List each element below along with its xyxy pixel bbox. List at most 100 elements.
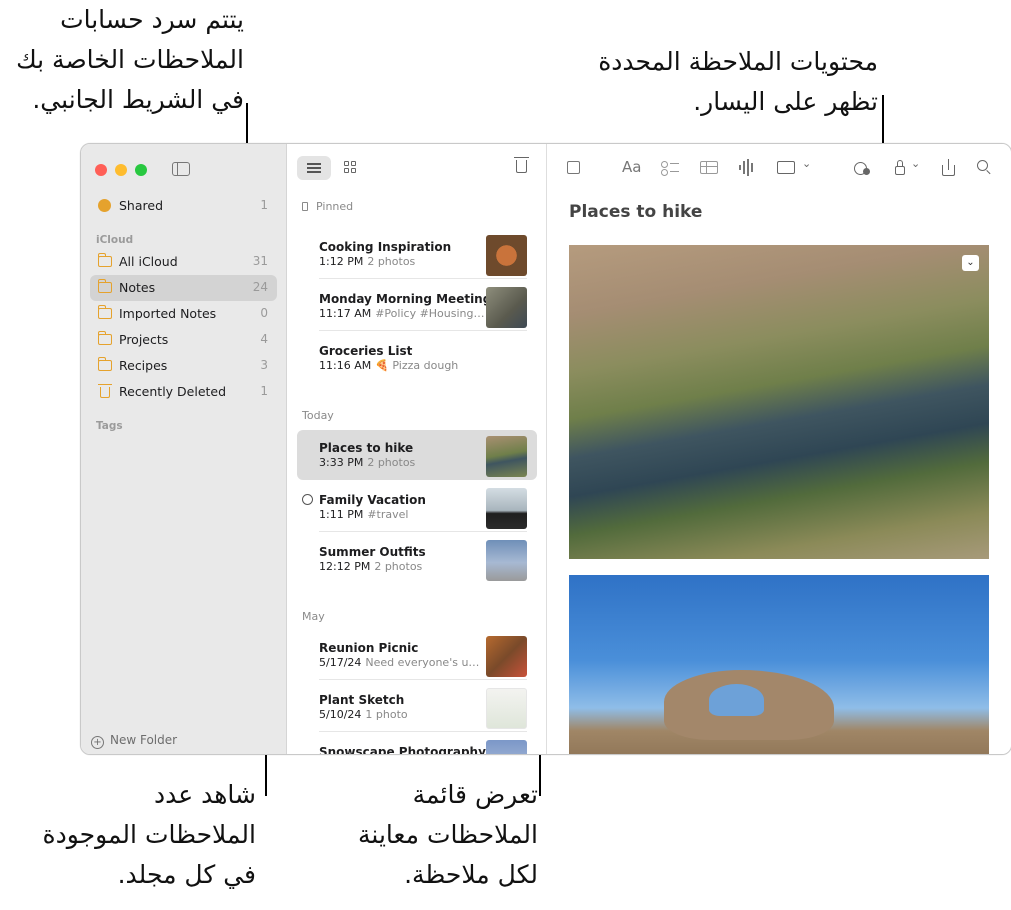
- callout-line: الملاحظات الموجودة: [42, 820, 256, 849]
- media-menu-button[interactable]: ⌄: [777, 157, 817, 176]
- sidebar-item-notes[interactable]: Notes 24: [90, 275, 277, 301]
- note-thumbnail: [486, 488, 527, 529]
- note-meta: 11:17 AM #Policy #Housing…: [319, 307, 485, 320]
- note-list: Pinned Cooking Inspiration 1:12 PM 2 phot…: [287, 144, 547, 754]
- note-title: Groceries List: [319, 344, 413, 358]
- sidebar: Shared 1 iCloud All iCloud 31 Notes 24 I…: [81, 144, 287, 754]
- callout-folder-counts: شاهد عدد الملاحظات الموجودة في كل مجلد.: [42, 775, 256, 895]
- section-may: May: [302, 610, 325, 623]
- note-photo-hot-springs[interactable]: ⌄: [569, 245, 989, 559]
- notes-window: Shared 1 iCloud All iCloud 31 Notes 24 I…: [80, 143, 1011, 755]
- note-time: 5/10/24: [319, 708, 362, 721]
- note-title: Monday Morning Meeting: [319, 292, 492, 306]
- chevron-down-icon: ⌄: [911, 157, 921, 170]
- note-places-to-hike[interactable]: Places to hike 3:33 PM 2 photos: [297, 430, 537, 480]
- note-thumbnail: [486, 688, 527, 729]
- sidebar-item-label: Recently Deleted: [119, 384, 227, 399]
- icloud-heading: iCloud: [96, 234, 134, 246]
- format-button[interactable]: Aa: [622, 158, 641, 176]
- callout-line: تعرض قائمة: [412, 780, 538, 809]
- divider: [319, 731, 527, 732]
- sidebar-item-projects[interactable]: Projects 4: [90, 327, 277, 353]
- sidebar-item-recipes[interactable]: Recipes 3: [90, 353, 277, 379]
- note-meta: 1:12 PM 2 photos: [319, 255, 415, 268]
- table-icon[interactable]: [700, 161, 718, 174]
- note-time: 1:12 PM: [319, 255, 364, 268]
- pin-icon: [302, 202, 308, 211]
- note-thumbnail: [486, 235, 527, 276]
- folder-count: 0: [260, 306, 268, 320]
- callout-line: شاهد عدد: [154, 780, 256, 809]
- section-label: Pinned: [316, 200, 354, 213]
- note-meta: 11:16 AM 🍕 Pizza dough: [319, 359, 458, 372]
- gallery-view-button[interactable]: [344, 161, 357, 174]
- note-summer-outfits[interactable]: Summer Outfits 12:12 PM 2 photos: [297, 534, 537, 584]
- folder-icon: [97, 253, 112, 267]
- note-editor: Aa ⌄ ⌄ Places to hike ⌄: [547, 144, 1011, 754]
- collaborate-icon[interactable]: [854, 160, 871, 176]
- sidebar-item-label: All iCloud: [119, 254, 178, 269]
- note-meta: 3:33 PM 2 photos: [319, 456, 415, 469]
- minimize-window-button[interactable]: [115, 164, 127, 176]
- note-thumbnail: [486, 287, 527, 328]
- sidebar-item-all-icloud[interactable]: All iCloud 31: [90, 249, 277, 275]
- plus-circle-icon: +: [91, 736, 104, 749]
- folder-count: 31: [252, 254, 268, 268]
- note-title: Snowscape Photography: [319, 745, 486, 754]
- chevron-down-icon[interactable]: ⌄: [962, 255, 979, 271]
- share-icon[interactable]: [942, 159, 956, 176]
- note-groceries-list[interactable]: Groceries List 11:16 AM 🍕 Pizza dough: [297, 333, 537, 383]
- sidebar-item-label: Recipes: [119, 358, 168, 373]
- list-view-icon: [307, 167, 321, 169]
- note-reunion-picnic[interactable]: Reunion Picnic 5/17/24 Need everyone's u…: [297, 630, 537, 680]
- divider: [319, 278, 527, 279]
- sidebar-item-imported-notes[interactable]: Imported Notes 0: [90, 301, 277, 327]
- folder-icon: [97, 357, 112, 371]
- note-plant-sketch[interactable]: Plant Sketch 5/10/24 1 photo: [297, 682, 537, 732]
- search-icon[interactable]: [977, 160, 992, 175]
- folder-count: 4: [260, 332, 268, 346]
- note-preview: #Policy #Housing…: [375, 307, 485, 320]
- note-preview: 2 photos: [374, 560, 423, 573]
- callout-line: يتتم سرد حسابات: [60, 5, 244, 34]
- section-today: Today: [302, 409, 334, 422]
- note-snowscape-photography[interactable]: Snowscape Photography: [297, 734, 537, 754]
- callout-line: في الشريط الجانبي.: [32, 85, 244, 114]
- note-time: 5/17/24: [319, 656, 362, 669]
- callout-note-contents: محتويات الملاحظة المحددة تظهر على اليسار…: [598, 42, 878, 122]
- callout-line: في كل مجلد.: [117, 860, 256, 889]
- note-family-vacation[interactable]: Family Vacation 1:11 PM #travel: [297, 482, 537, 532]
- zoom-window-button[interactable]: [135, 164, 147, 176]
- lock-icon: [895, 166, 905, 175]
- note-preview: 2 photos: [367, 456, 416, 469]
- callout-line: الملاحظات الخاصة بك: [16, 45, 244, 74]
- compose-icon[interactable]: [567, 161, 580, 174]
- audio-waveform-icon[interactable]: [739, 159, 755, 176]
- note-meta: 1:11 PM #travel: [319, 508, 408, 521]
- close-window-button[interactable]: [95, 164, 107, 176]
- note-thumbnail: [486, 636, 527, 677]
- note-monday-morning-meeting[interactable]: Monday Morning Meeting 11:17 AM #Policy #…: [297, 281, 537, 331]
- list-view-icon: [307, 171, 321, 173]
- sidebar-item-shared[interactable]: Shared 1: [90, 193, 277, 219]
- shared-person-icon: [302, 494, 313, 505]
- lock-menu-button[interactable]: ⌄: [895, 157, 925, 176]
- note-heading: Places to hike: [569, 202, 703, 222]
- delete-note-button[interactable]: [514, 157, 529, 173]
- checklist-icon[interactable]: [661, 160, 679, 176]
- new-folder-button[interactable]: + New Folder: [91, 733, 177, 749]
- section-pinned: Pinned: [302, 200, 353, 213]
- note-cooking-inspiration[interactable]: Cooking Inspiration 1:12 PM 2 photos: [297, 229, 537, 279]
- list-view-button[interactable]: [297, 156, 331, 180]
- sidebar-item-label: Imported Notes: [119, 306, 217, 321]
- folder-icon: [97, 331, 112, 345]
- sidebar-toggle-icon[interactable]: [172, 162, 190, 176]
- note-time: 1:11 PM: [319, 508, 364, 521]
- sidebar-item-recently-deleted[interactable]: Recently Deleted 1: [90, 379, 277, 405]
- note-title: Family Vacation: [319, 493, 426, 507]
- note-photo-mobius-arch[interactable]: [569, 575, 989, 754]
- note-thumbnail: [486, 540, 527, 581]
- chevron-down-icon: ⌄: [802, 157, 812, 170]
- callout-note-preview: تعرض قائمة الملاحظات معاينة لكل ملاحظة.: [358, 775, 538, 895]
- note-meta: 5/10/24 1 photo: [319, 708, 408, 721]
